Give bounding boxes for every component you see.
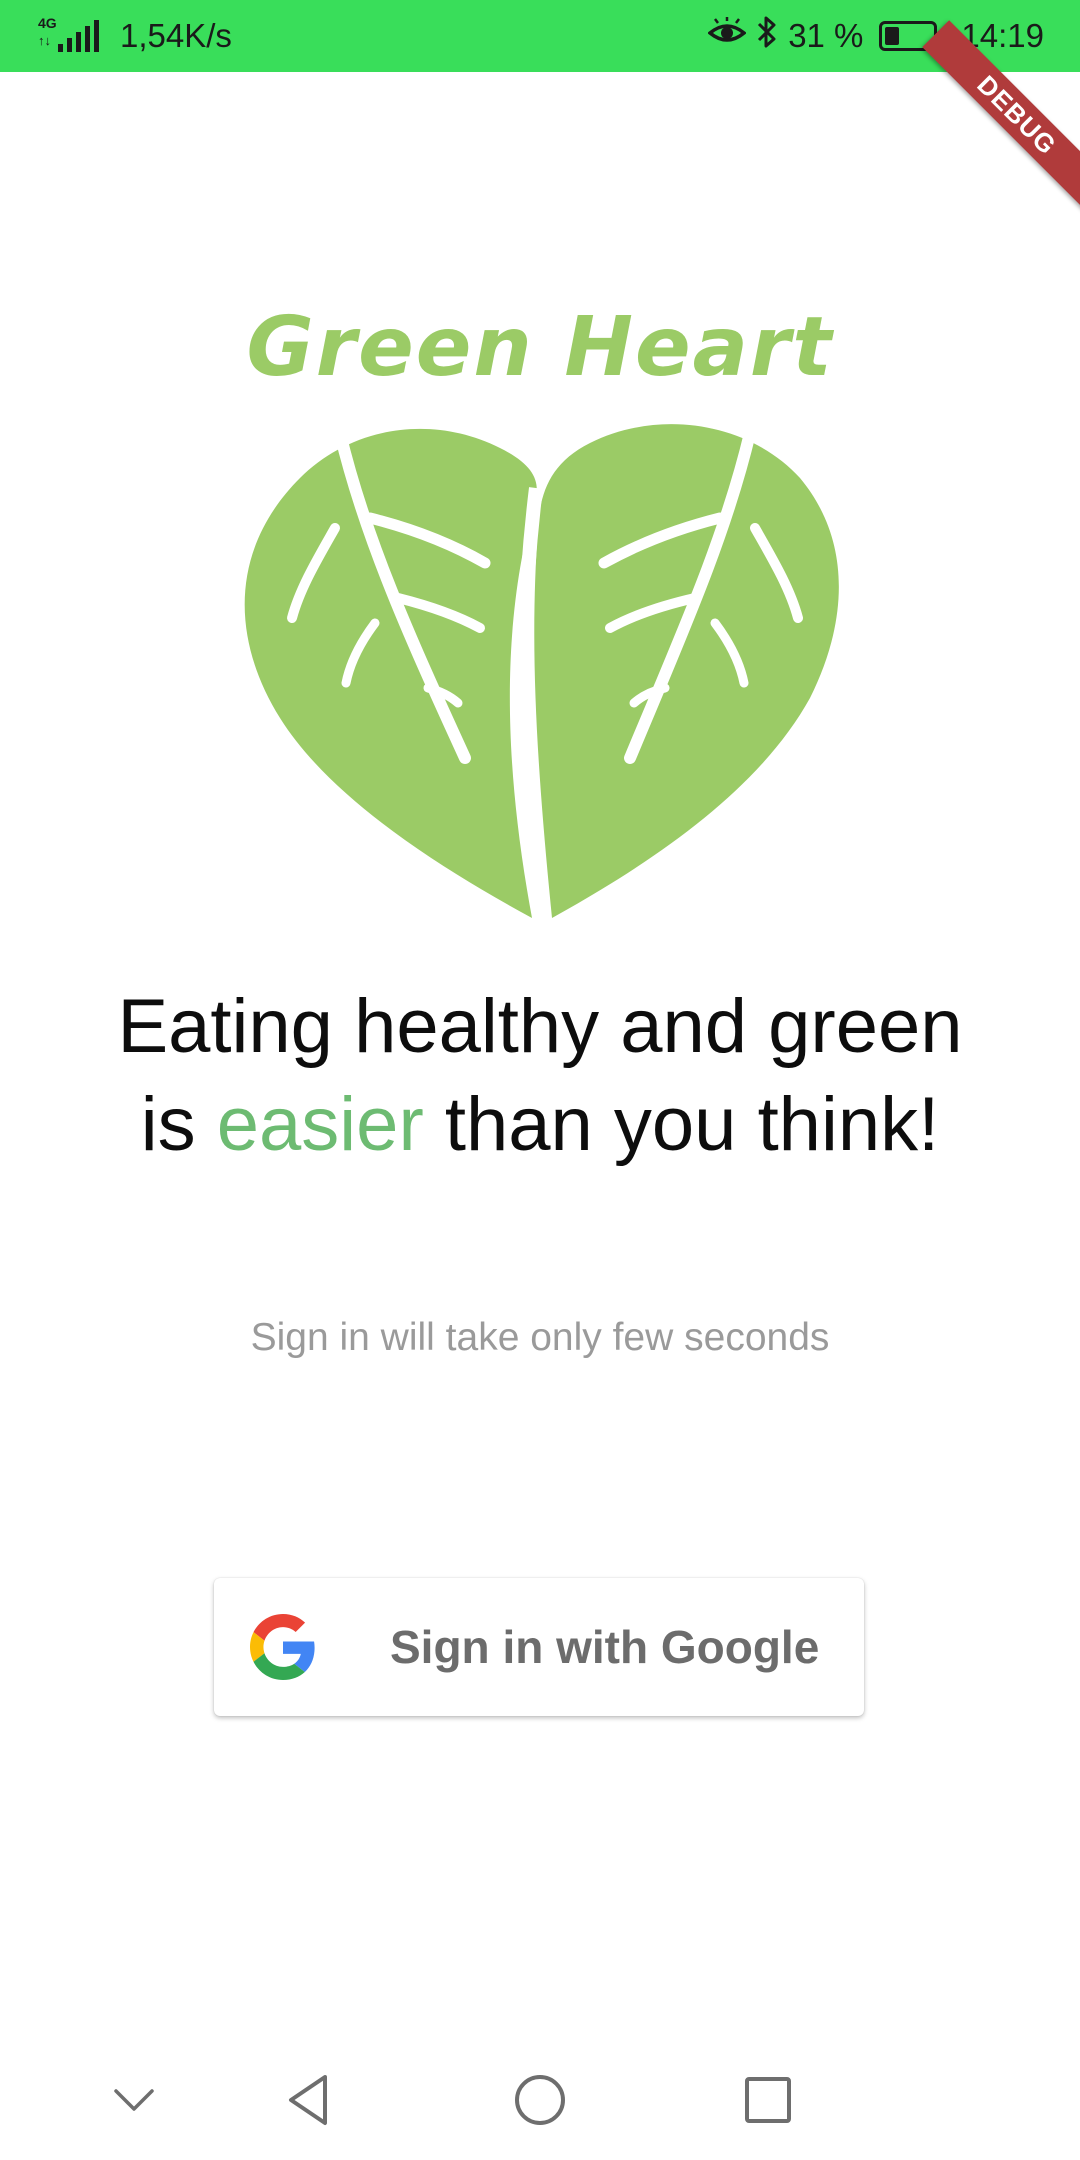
status-bar: 4G ↑↓ 1,54K/s 31 % 14:19 — [0, 0, 1080, 72]
network-type: 4G — [38, 15, 57, 31]
status-left: 4G ↑↓ 1,54K/s — [38, 0, 232, 72]
signal-icon: 4G ↑↓ — [38, 16, 100, 56]
google-g-icon — [250, 1614, 316, 1680]
brand-name: Green Heart — [246, 300, 834, 395]
sign-in-with-google-button[interactable]: Sign in with Google — [214, 1578, 864, 1716]
home-icon[interactable] — [500, 2060, 580, 2140]
status-right: 31 % 14:19 — [707, 0, 1044, 72]
battery-percent: 31 % — [788, 17, 864, 54]
leaf-heart-icon — [240, 418, 850, 924]
back-icon[interactable] — [268, 2060, 348, 2140]
battery-level-fill — [885, 27, 900, 45]
headline-part2: than you think! — [423, 1082, 940, 1167]
eye-icon — [707, 17, 747, 55]
recents-icon[interactable] — [728, 2060, 808, 2140]
chevron-down-icon[interactable] — [94, 2060, 174, 2140]
subtitle: Sign in will take only few seconds — [250, 1316, 830, 1359]
data-arrows: ↑↓ — [38, 33, 51, 48]
bluetooth-icon — [756, 15, 778, 57]
headline-accent: easier — [216, 1082, 424, 1167]
headline: Eating healthy and green is easier than … — [90, 978, 990, 1174]
navigation-bar — [0, 2040, 1080, 2160]
google-button-label: Sign in with Google — [390, 1621, 820, 1673]
sign-in-screen: 4G ↑↓ 1,54K/s 31 % 14:19 DEBUG Green Hea… — [0, 0, 1080, 2160]
network-speed: 1,54K/s — [120, 17, 232, 54]
